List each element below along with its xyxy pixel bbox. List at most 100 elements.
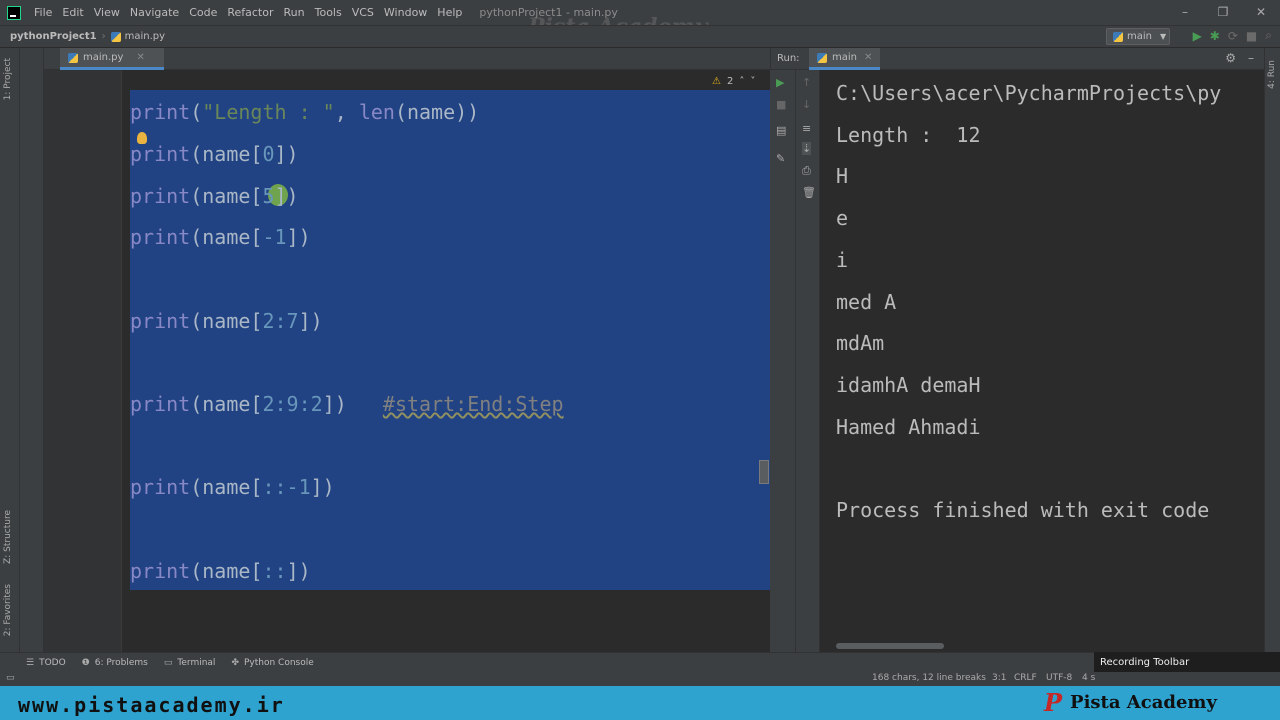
run-console[interactable] (820, 70, 1264, 652)
right-tool-strip: 4: Run (1264, 48, 1280, 652)
console-horizontal-scrollbar[interactable] (836, 643, 944, 649)
stop-icon[interactable]: ■ (776, 98, 786, 111)
footer-banner: www.pistaacademy.ir P Pista Academy (0, 686, 1280, 720)
status-indent[interactable]: 4 s (1082, 673, 1095, 683)
menu-refactor[interactable]: Refactor (222, 0, 278, 25)
python-console-button[interactable]: ✤ Python Console (223, 658, 321, 668)
editor-scrollbar-thumb[interactable] (759, 460, 769, 484)
run-config-label: main (1127, 31, 1152, 42)
stop-icon[interactable]: ■ (1246, 29, 1257, 43)
close-icon[interactable]: ✕ (136, 52, 144, 63)
menu-vcs[interactable]: VCS (347, 0, 379, 25)
coverage-icon[interactable]: ⟳ (1228, 29, 1238, 43)
arrow-up-icon[interactable]: ↑ (802, 76, 811, 89)
python-file-icon (110, 31, 121, 42)
breadcrumb-separator: › (101, 31, 106, 42)
close-window-button[interactable]: ✕ (1242, 0, 1280, 25)
run-output-toolbar: ↑ ↓ ≡ ⇣ ⎙ 🗑 (796, 70, 820, 652)
run-panel-header: Run: main ✕ ⚙ – (770, 48, 1280, 70)
chevron-up-icon[interactable]: ˄ (739, 76, 744, 87)
recording-toolbar[interactable]: Recording Toolbar (1094, 652, 1280, 674)
menu-tools[interactable]: Tools (310, 0, 347, 25)
code-line-5[interactable]: print(name[5]) (130, 184, 299, 208)
code-line-8[interactable]: print(name[2:7]) (130, 309, 323, 333)
soft-wrap-icon[interactable]: ≡ (802, 122, 811, 135)
code-line-12[interactable]: print(name[::-1]) (130, 475, 335, 499)
editor-tab-bar: main.py ✕ (44, 48, 770, 70)
python-icon: ✤ (231, 657, 239, 668)
terminal-icon: ▭ (163, 657, 173, 668)
breadcrumb-project[interactable]: pythonProject1 (10, 31, 97, 42)
menu-help[interactable]: Help (432, 0, 467, 25)
trash-icon[interactable]: 🗑 (802, 186, 816, 199)
menu-window[interactable]: Window (379, 0, 432, 25)
inspection-count: 2 (726, 76, 734, 87)
code-line-3[interactable]: print("Length : ", len(name)) (130, 100, 479, 124)
run-icon[interactable]: ▶ (1193, 29, 1202, 43)
problems-tool-button[interactable]: ❶ 6: Problems (74, 658, 156, 668)
console-line: i (836, 248, 849, 272)
console-line: med A (836, 290, 897, 314)
terminal-tool-button[interactable]: ▭ Terminal (156, 658, 224, 668)
print-icon[interactable]: ⎙ (802, 164, 811, 178)
chevron-down-icon[interactable]: ˅ (750, 76, 755, 87)
brand-name: Pista Academy (1070, 692, 1217, 713)
minimize-button[interactable]: – (1166, 0, 1204, 25)
rerun-icon[interactable]: ▶ (776, 76, 784, 89)
run-config-dropdown[interactable]: main ▼ (1106, 28, 1170, 45)
favorites-tool-tab[interactable]: 2: Favorites (3, 584, 13, 636)
pycharm-logo-icon (7, 5, 21, 20)
pista-logo-icon: P (1044, 687, 1063, 717)
console-line: C:\Users\acer\PycharmProjects\py (836, 81, 1222, 105)
pin-icon[interactable]: ✎ (776, 152, 785, 165)
console-line: H (836, 164, 849, 188)
menu-run[interactable]: Run (279, 0, 310, 25)
console-line: Length : 12 (836, 123, 981, 147)
code-line-4[interactable]: print(name[0]) (130, 142, 299, 166)
scroll-to-end-icon[interactable]: ⇣ (802, 142, 812, 155)
menu-file[interactable]: File (29, 0, 57, 25)
close-icon[interactable]: ✕ (864, 52, 872, 63)
project-tool-tab[interactable]: 1: Project (3, 58, 13, 100)
status-bar: ▭ 168 chars, 12 line breaks 3:1 CRLF UTF… (0, 672, 1280, 686)
status-encoding[interactable]: UTF-8 (1046, 673, 1072, 683)
menu-navigate[interactable]: Navigate (125, 0, 184, 25)
status-line-separator[interactable]: CRLF (1014, 673, 1037, 683)
breadcrumb-file[interactable]: main.py (110, 31, 166, 42)
chevron-down-icon: ▼ (1160, 32, 1167, 41)
tab-main-py[interactable]: main.py ✕ (60, 48, 164, 70)
code-line-6[interactable]: print(name[-1]) (130, 225, 311, 249)
code-line-14[interactable]: print(name[::]) (130, 559, 311, 583)
run-tool-tab[interactable]: 4: Run (1267, 60, 1277, 89)
status-position[interactable]: 3:1 (992, 673, 1006, 683)
tool-window-bar: ☰ TODO ❶ 6: Problems ▭ Terminal ✤ Python Con… (0, 652, 1280, 672)
menu-code[interactable]: Code (184, 0, 222, 25)
code-line-10[interactable]: print(name[2:9:2]) #start:End:Step (130, 392, 564, 416)
menu-view[interactable]: View (89, 0, 125, 25)
console-line: e (836, 206, 849, 230)
hide-panel-icon[interactable]: – (1248, 51, 1254, 65)
structure-tool-tab[interactable]: Z: Structure (3, 510, 13, 564)
info-icon: ❶ (81, 657, 90, 668)
menu-edit[interactable]: Edit (57, 0, 88, 25)
layout-icon[interactable]: ▤ (776, 124, 786, 137)
code-comment: #start:End:Step (382, 392, 564, 416)
search-icon[interactable]: ⌕ (1265, 28, 1272, 43)
debug-icon[interactable]: ✱ (1210, 29, 1220, 43)
website-url: www.pistaacademy.ir (18, 693, 285, 717)
run-tab-main[interactable]: main ✕ (809, 48, 881, 70)
run-panel-label: Run: (777, 53, 800, 64)
layout-icon[interactable]: ▭ (6, 673, 15, 683)
arrow-down-icon[interactable]: ↓ (802, 98, 811, 111)
breadcrumb-file-label: main.py (124, 31, 166, 42)
brand: P Pista Academy (1044, 687, 1217, 717)
left-tool-strip: 1: Project Z: Structure 2: Favorites (0, 48, 20, 652)
tab-label: main.py (83, 52, 124, 63)
python-icon (1113, 31, 1123, 42)
gear-icon[interactable]: ⚙ (1225, 51, 1236, 65)
inspection-widget[interactable]: ⚠ 2 ˄ ˅ (712, 76, 755, 87)
restore-button[interactable]: ❐ (1204, 0, 1242, 25)
console-line: mdAm (836, 331, 885, 355)
python-file-icon (68, 52, 78, 63)
todo-tool-button[interactable]: ☰ TODO (18, 658, 74, 668)
